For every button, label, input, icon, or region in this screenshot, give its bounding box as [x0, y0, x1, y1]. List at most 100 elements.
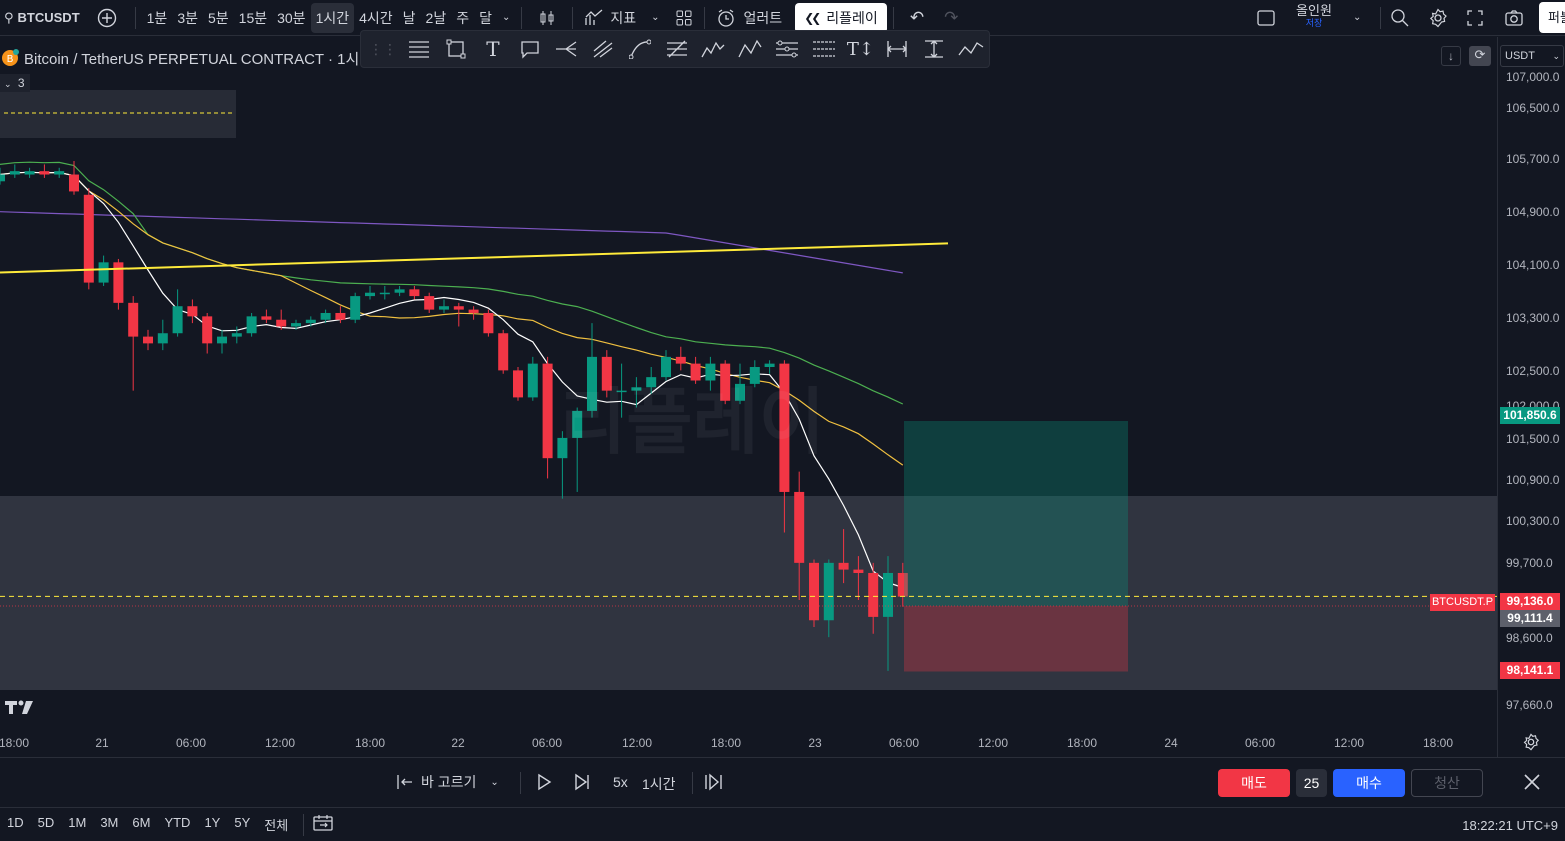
- loss-zone: [904, 605, 1128, 672]
- tool-price-range[interactable]: [916, 30, 953, 68]
- time-label: 12:00: [621, 736, 653, 750]
- chart-pane[interactable]: 리플레이: [0, 37, 1497, 757]
- rewind-icon: ❮❮: [804, 10, 821, 25]
- screenshot-button[interactable]: [1499, 0, 1529, 36]
- replay-interval-button[interactable]: 1시간: [642, 774, 676, 794]
- time-label: 12:00: [1333, 736, 1365, 750]
- timeframe-5[interactable]: 1시간: [310, 2, 355, 33]
- candle-body: [853, 569, 864, 573]
- range-6[interactable]: 1Y: [197, 815, 227, 834]
- speed-button[interactable]: 5x: [613, 774, 628, 790]
- clock-label: 18:22:21 UTC+9: [1462, 818, 1558, 833]
- projection-icon: [775, 40, 798, 58]
- tool-position[interactable]: [548, 30, 585, 68]
- time-label: 23: [808, 736, 822, 750]
- tool-lines[interactable]: [401, 30, 438, 68]
- layout-dropdown[interactable]: ⌄: [1348, 0, 1366, 36]
- fib-icon: [666, 40, 687, 58]
- candle-body: [305, 319, 316, 324]
- price-chart[interactable]: 리플레이: [0, 37, 1497, 757]
- drag-handle-icon[interactable]: ⋮⋮: [369, 41, 397, 58]
- arrow-down-icon: ↓: [1448, 49, 1454, 63]
- candle-body: [542, 363, 553, 459]
- step-forward-icon: [575, 773, 589, 791]
- tool-channel[interactable]: [805, 30, 842, 68]
- tool-text-note[interactable]: T↕: [842, 30, 879, 68]
- range-5[interactable]: YTD: [157, 815, 197, 834]
- close-position-button[interactable]: 청산: [1411, 769, 1483, 797]
- range-3[interactable]: 3M: [93, 815, 125, 834]
- indicator-toggle[interactable]: ⌄ 3: [0, 74, 30, 92]
- candle-body: [9, 171, 20, 175]
- publish-button[interactable]: 퍼블: [1539, 2, 1565, 33]
- timeframe-4[interactable]: 30분: [272, 0, 310, 36]
- candle-body: [513, 370, 523, 398]
- goto-date-button[interactable]: [312, 814, 334, 835]
- candle-body: [187, 306, 198, 317]
- step-forward-button[interactable]: [573, 772, 591, 797]
- select-bar-button[interactable]: 바 고르기 ⌄: [395, 772, 499, 792]
- timeframe-2[interactable]: 5분: [203, 0, 234, 36]
- range-1[interactable]: 5D: [31, 815, 62, 834]
- layout-toggle-button[interactable]: [1251, 0, 1281, 36]
- symbol-search[interactable]: ⚲ BTCUSDT: [0, 0, 85, 36]
- tool-fib[interactable]: [658, 30, 695, 68]
- ma-line-green: [0, 161, 904, 405]
- range-4[interactable]: 6M: [125, 815, 157, 834]
- tool-callout[interactable]: [511, 30, 548, 68]
- play-button[interactable]: [535, 772, 553, 797]
- download-button[interactable]: ↓: [1441, 46, 1461, 66]
- quantity-field[interactable]: 25: [1296, 769, 1327, 797]
- candle-body: [705, 363, 716, 381]
- tool-forecast[interactable]: [952, 30, 989, 68]
- tool-elliott[interactable]: [695, 30, 732, 68]
- redo-icon: ↷: [944, 7, 959, 27]
- jump-realtime-button[interactable]: [704, 772, 724, 797]
- tradingview-logo[interactable]: [4, 699, 36, 720]
- tool-date-range[interactable]: [879, 30, 916, 68]
- range-2[interactable]: 1M: [61, 815, 93, 834]
- range-7[interactable]: 5Y: [227, 815, 257, 834]
- settings-button[interactable]: [1423, 0, 1453, 36]
- current-price: 99,136.0: [1506, 594, 1554, 608]
- compare-button[interactable]: [85, 0, 129, 36]
- candle-body: [98, 262, 109, 283]
- indicators-icon: [585, 9, 603, 25]
- candle-body: [527, 363, 538, 398]
- time-label: 12:00: [977, 736, 1009, 750]
- candle-body: [128, 302, 139, 337]
- timeframe-3[interactable]: 15분: [234, 0, 272, 36]
- timeframe-0[interactable]: 1분: [142, 0, 173, 36]
- auto-scale-button[interactable]: ⟳: [1469, 46, 1491, 66]
- quick-search-button[interactable]: [1385, 0, 1415, 36]
- tool-curve[interactable]: [622, 30, 659, 68]
- timeframe-1[interactable]: 3분: [172, 0, 203, 36]
- clock[interactable]: 18:22:21 UTC+9: [1462, 818, 1558, 833]
- candle-body: [439, 306, 449, 310]
- exit-replay-button[interactable]: [1522, 772, 1542, 797]
- forecast-icon: [958, 42, 983, 56]
- buy-button[interactable]: 매수: [1333, 769, 1405, 797]
- sell-button[interactable]: 매도: [1218, 769, 1290, 797]
- time-axis[interactable]: 18:00 21 06:00 12:00 18:00 22 06:00 12:00 18:00 2…: [0, 730, 1497, 756]
- replay-button[interactable]: ❮❮ 리플레이: [795, 2, 887, 33]
- axis-settings-button[interactable]: [1522, 733, 1542, 753]
- currency-select[interactable]: USDT ⌄: [1500, 45, 1564, 67]
- range-0[interactable]: 1D: [0, 815, 31, 834]
- price-scale[interactable]: USDT ⌄ 107,000.0 106,500.0 105,700.0 104,90…: [1497, 37, 1565, 757]
- tool-abc[interactable]: [732, 30, 769, 68]
- currency-label: USDT: [1505, 50, 1535, 62]
- stop-price: 98,141.1: [1506, 663, 1554, 677]
- tool-pitchfork[interactable]: [585, 30, 622, 68]
- price-label: 98,600.0: [1506, 631, 1553, 645]
- fullscreen-button[interactable]: [1461, 0, 1489, 36]
- tool-rectangle[interactable]: [438, 30, 475, 68]
- candle-body: [231, 333, 242, 337]
- range-8[interactable]: 전체: [257, 815, 295, 834]
- candle-body: [468, 309, 479, 313]
- tool-text[interactable]: T: [475, 30, 512, 68]
- symbol-legend[interactable]: B Bitcoin / TetherUS PERPETUAL CONTRACT …: [0, 47, 359, 69]
- layout-name-button[interactable]: 올인원 저장: [1292, 3, 1336, 29]
- tool-projection[interactable]: [769, 30, 806, 68]
- time-label: 18:00: [710, 736, 742, 750]
